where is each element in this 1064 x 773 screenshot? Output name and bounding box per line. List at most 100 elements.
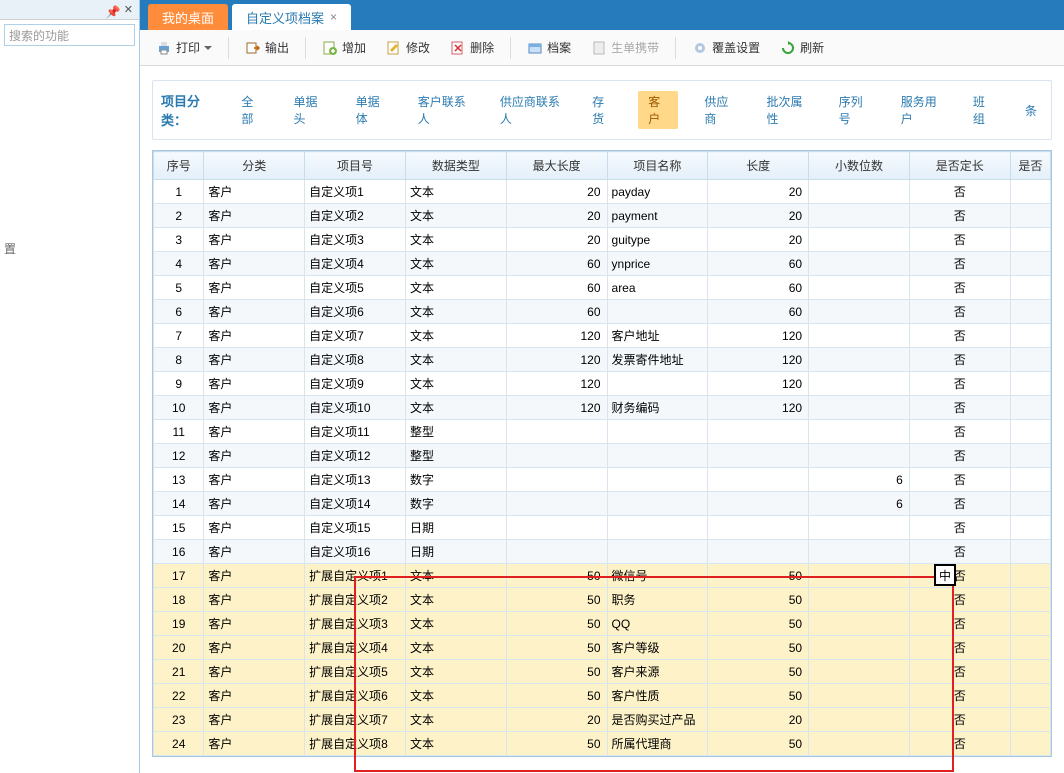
cell[interactable] (809, 300, 910, 324)
table-row[interactable]: 1客户自定义项1文本20payday20否 (154, 180, 1051, 204)
cell[interactable]: 整型 (405, 420, 506, 444)
table-row[interactable]: 22客户扩展自定义项6文本50客户性质50否 (154, 684, 1051, 708)
cell[interactable] (708, 516, 809, 540)
cell[interactable]: 120 (708, 372, 809, 396)
cell[interactable]: 扩展自定义项7 (305, 708, 406, 732)
cell[interactable]: 21 (154, 660, 204, 684)
cell[interactable]: 客户等级 (607, 636, 708, 660)
cell[interactable]: 20 (506, 228, 607, 252)
cell[interactable] (1010, 180, 1050, 204)
sidebar-item[interactable] (0, 150, 139, 210)
cell[interactable]: 120 (506, 396, 607, 420)
cell[interactable]: 文本 (405, 396, 506, 420)
cell[interactable]: payday (607, 180, 708, 204)
table-row[interactable]: 14客户自定义项14数字6否 (154, 492, 1051, 516)
cell[interactable]: 60 (506, 300, 607, 324)
category-header[interactable]: 单据头 (287, 91, 329, 129)
cell[interactable]: 数字 (405, 468, 506, 492)
cell[interactable]: 客户 (204, 660, 305, 684)
cell[interactable]: 客户 (204, 204, 305, 228)
cell[interactable]: 日期 (405, 540, 506, 564)
cell[interactable] (809, 396, 910, 420)
cell[interactable]: 否 (909, 540, 1010, 564)
cell[interactable]: 120 (506, 348, 607, 372)
export-button[interactable]: 输出 (237, 37, 297, 58)
category-more[interactable]: 条 (1019, 100, 1043, 121)
cell[interactable] (809, 708, 910, 732)
cell[interactable]: 客户 (204, 684, 305, 708)
cell[interactable] (809, 612, 910, 636)
cell[interactable] (1010, 588, 1050, 612)
cell[interactable] (1010, 444, 1050, 468)
cell[interactable]: 客户 (204, 564, 305, 588)
category-inventory[interactable]: 存货 (586, 91, 618, 129)
pin-icon[interactable]: 📌 (106, 5, 116, 15)
cell[interactable]: 50 (506, 660, 607, 684)
cell[interactable]: 客户 (204, 636, 305, 660)
cell[interactable]: 客户 (204, 588, 305, 612)
cell[interactable] (708, 444, 809, 468)
cell[interactable]: 文本 (405, 348, 506, 372)
cell[interactable] (1010, 252, 1050, 276)
cell[interactable]: 自定义项8 (305, 348, 406, 372)
cell[interactable]: 50 (506, 636, 607, 660)
cell[interactable]: 客户 (204, 612, 305, 636)
cell[interactable]: 9 (154, 372, 204, 396)
edit-button[interactable]: 修改 (378, 37, 438, 58)
cell[interactable] (809, 180, 910, 204)
print-button[interactable]: 打印 (148, 37, 220, 58)
cell[interactable] (809, 564, 910, 588)
table-row[interactable]: 7客户自定义项7文本120客户地址120否 (154, 324, 1051, 348)
category-serial[interactable]: 序列号 (833, 91, 875, 129)
cell[interactable]: 文本 (405, 180, 506, 204)
table-row[interactable]: 15客户自定义项15日期否 (154, 516, 1051, 540)
cell[interactable]: 发票寄件地址 (607, 348, 708, 372)
table-row[interactable]: 4客户自定义项4文本60ynprice60否 (154, 252, 1051, 276)
cell[interactable] (1010, 660, 1050, 684)
col-category[interactable]: 分类 (204, 152, 305, 180)
cell[interactable]: 1 (154, 180, 204, 204)
cell[interactable] (1010, 372, 1050, 396)
table-row[interactable]: 11客户自定义项11整型否 (154, 420, 1051, 444)
cell[interactable]: 120 (506, 324, 607, 348)
cell[interactable] (607, 444, 708, 468)
cell[interactable]: 13 (154, 468, 204, 492)
cell[interactable]: 是否购买过产品 (607, 708, 708, 732)
cell[interactable] (607, 420, 708, 444)
cell[interactable]: 20 (708, 180, 809, 204)
cell[interactable] (607, 468, 708, 492)
cell[interactable]: 客户 (204, 540, 305, 564)
cell[interactable] (1010, 204, 1050, 228)
cell[interactable]: 否 (909, 684, 1010, 708)
col-len[interactable]: 长度 (708, 152, 809, 180)
cell[interactable]: 16 (154, 540, 204, 564)
table-row[interactable]: 16客户自定义项16日期否 (154, 540, 1051, 564)
cell[interactable]: payment (607, 204, 708, 228)
cell[interactable] (1010, 324, 1050, 348)
cell[interactable]: 日期 (405, 516, 506, 540)
cell[interactable]: 50 (506, 612, 607, 636)
cell[interactable] (506, 492, 607, 516)
cell[interactable] (809, 252, 910, 276)
cell[interactable]: 文本 (405, 612, 506, 636)
cell[interactable]: 20 (708, 228, 809, 252)
cell[interactable]: 自定义项1 (305, 180, 406, 204)
cell[interactable]: ynprice (607, 252, 708, 276)
cell[interactable] (809, 588, 910, 612)
cell[interactable]: 文本 (405, 372, 506, 396)
cell[interactable]: 文本 (405, 708, 506, 732)
cell[interactable]: 7 (154, 324, 204, 348)
cell[interactable]: 20 (708, 708, 809, 732)
cell[interactable]: 否 (909, 300, 1010, 324)
cell[interactable]: 120 (708, 396, 809, 420)
cell[interactable]: 扩展自定义项1 (305, 564, 406, 588)
cell[interactable]: 4 (154, 252, 204, 276)
table-row[interactable]: 10客户自定义项10文本120财务编码120否 (154, 396, 1051, 420)
cell[interactable]: area (607, 276, 708, 300)
cell[interactable]: 自定义项14 (305, 492, 406, 516)
cell[interactable]: 8 (154, 348, 204, 372)
cell[interactable]: 否 (909, 612, 1010, 636)
cell[interactable] (607, 372, 708, 396)
col-maxlen[interactable]: 最大长度 (506, 152, 607, 180)
cell[interactable]: 50 (506, 588, 607, 612)
